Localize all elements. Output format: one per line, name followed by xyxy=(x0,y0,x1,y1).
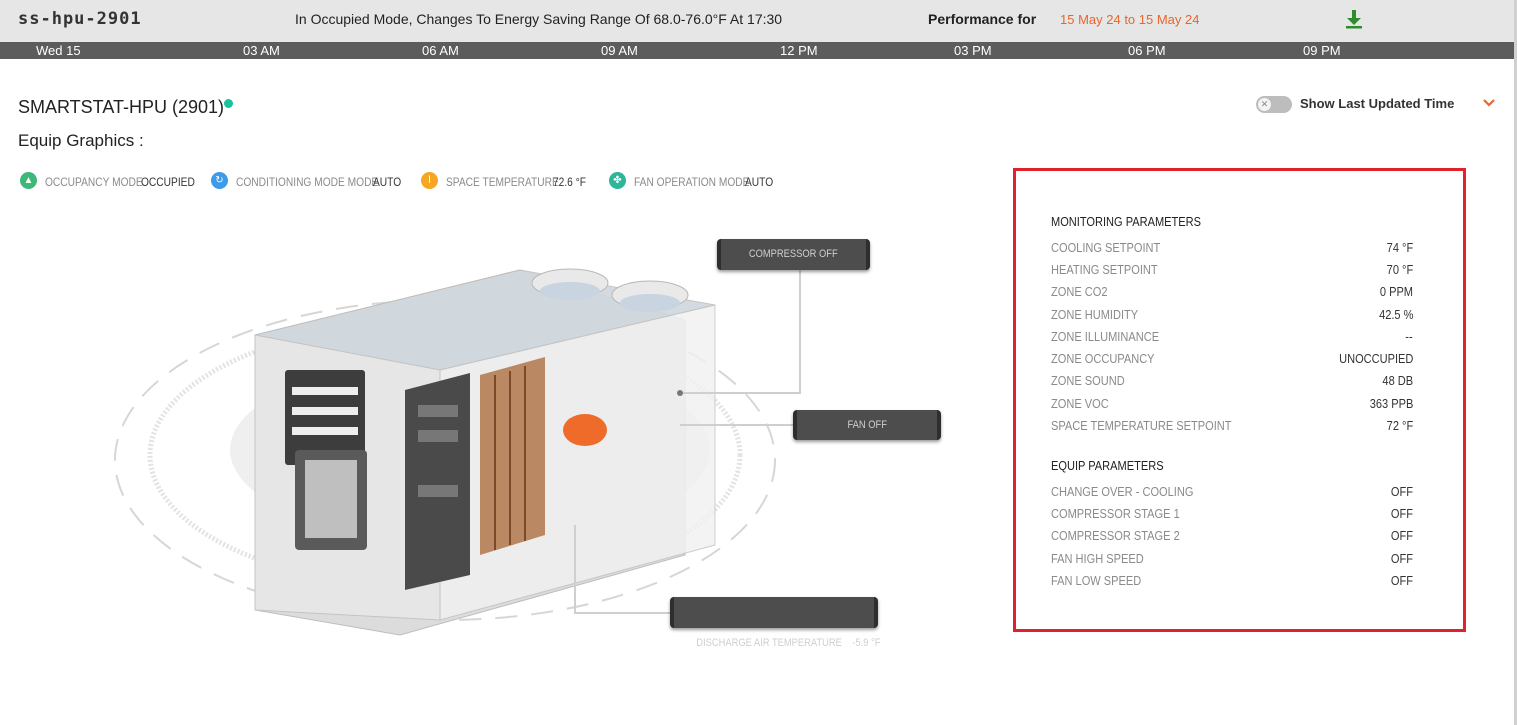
parameters-panel: MONITORING PARAMETERS COOLING SETPOINT 7… xyxy=(1013,168,1466,632)
timeline-tick: 03 PM xyxy=(954,43,992,58)
show-last-updated-label: Show Last Updated Time xyxy=(1300,96,1455,111)
param-value: 70 °F xyxy=(1386,262,1413,277)
status-value: AUTO xyxy=(373,175,402,189)
param-value: UNOCCUPIED xyxy=(1338,351,1413,366)
show-last-updated-toggle[interactable]: ✕ xyxy=(1256,96,1292,113)
param-value: 72 °F xyxy=(1386,418,1413,433)
timeline-bar[interactable]: Wed 15 03 AM 06 AM 09 AM 12 PM 03 PM 06 … xyxy=(0,42,1517,59)
timeline-tick: 09 AM xyxy=(601,43,638,58)
fan-status-text: FAN OFF xyxy=(847,419,887,431)
param-value: OFF xyxy=(1390,528,1413,543)
param-row: ZONE ILLUMINANCE -- xyxy=(1051,329,1413,349)
top-bar: ss-hpu-2901 In Occupied Mode, Changes To… xyxy=(0,0,1517,42)
chevron-down-icon[interactable] xyxy=(1481,96,1497,110)
param-value: 363 PPB xyxy=(1369,396,1413,411)
timeline-tick: 06 AM xyxy=(422,43,459,58)
timeline-tick: 12 PM xyxy=(780,43,818,58)
thermometer-icon: ǀ xyxy=(421,172,438,189)
timeline-tick: 03 AM xyxy=(243,43,280,58)
param-value: 42.5 % xyxy=(1378,307,1413,322)
param-row: CHANGE OVER - COOLING OFF xyxy=(1051,484,1413,504)
param-value: -- xyxy=(1405,329,1413,344)
param-label: ZONE ILLUMINANCE xyxy=(1051,329,1160,344)
download-icon[interactable] xyxy=(1345,9,1363,29)
param-row: COMPRESSOR STAGE 2 OFF xyxy=(1051,528,1413,548)
mode-message: In Occupied Mode, Changes To Energy Savi… xyxy=(295,11,783,27)
equip-title: SMARTSTAT-HPU (2901) xyxy=(18,97,225,117)
param-label: ZONE HUMIDITY xyxy=(1051,307,1139,322)
site-name: ss-hpu-2901 xyxy=(18,9,142,29)
param-value: 48 DB xyxy=(1382,373,1413,388)
param-row: ZONE HUMIDITY 42.5 % xyxy=(1051,307,1413,327)
status-value: OCCUPIED xyxy=(141,175,195,189)
timeline-tick: 09 PM xyxy=(1303,43,1341,58)
param-label: ZONE OCCUPANCY xyxy=(1051,351,1155,366)
conditioning-icon: ↻ xyxy=(211,172,228,189)
param-label: HEATING SETPOINT xyxy=(1051,262,1158,277)
param-label: ZONE CO2 xyxy=(1051,284,1108,299)
status-label: OCCUPANCY MODE xyxy=(45,175,143,189)
param-row: ZONE OCCUPANCY UNOCCUPIED xyxy=(1051,351,1413,371)
rooftop-unit-graphic xyxy=(114,268,801,636)
param-row: FAN LOW SPEED OFF xyxy=(1051,573,1413,593)
status-value: AUTO xyxy=(745,175,774,189)
timeline-tick: Wed 15 xyxy=(36,43,81,58)
status-value: 72.6 °F xyxy=(553,175,587,189)
status-occupancy: ▲ OCCUPANCY MODE OCCUPIED xyxy=(20,172,200,192)
param-row: HEATING SETPOINT 70 °F xyxy=(1051,262,1413,282)
status-conditioning: ↻ CONDITIONING MODE MODE AUTO xyxy=(211,172,411,192)
online-status-dot xyxy=(224,99,233,108)
status-fan-operation: ✤ FAN OPERATION MODE AUTO xyxy=(609,172,789,192)
param-row: COOLING SETPOINT 74 °F xyxy=(1051,240,1413,260)
fan-status-tag: FAN OFF xyxy=(793,410,941,440)
equip-graphics-label: Equip Graphics : xyxy=(18,131,144,150)
equip-parameters-title: EQUIP PARAMETERS xyxy=(1051,458,1164,473)
performance-date-range[interactable]: 15 May 24 to 15 May 24 xyxy=(1060,12,1199,27)
compressor-status-tag: COMPRESSOR OFF xyxy=(717,239,870,270)
compressor-status-text: COMPRESSOR OFF xyxy=(749,248,838,260)
occupancy-icon: ▲ xyxy=(20,172,37,189)
param-row: COMPRESSOR STAGE 1 OFF xyxy=(1051,506,1413,526)
param-label: COMPRESSOR STAGE 2 xyxy=(1051,528,1180,543)
discharge-air-temp-tag: DISCHARGE AIR TEMPERATURE -5.9 °F xyxy=(670,597,881,649)
param-label: COOLING SETPOINT xyxy=(1051,240,1161,255)
param-row: ZONE SOUND 48 DB xyxy=(1051,373,1413,393)
performance-label: Performance for xyxy=(928,11,1037,27)
param-value: 74 °F xyxy=(1386,240,1413,255)
status-label: SPACE TEMPERATURE xyxy=(446,175,559,189)
param-label: FAN LOW SPEED xyxy=(1051,573,1142,588)
param-label: SPACE TEMPERATURE SETPOINT xyxy=(1051,418,1232,433)
param-value: OFF xyxy=(1390,551,1413,566)
param-label: ZONE SOUND xyxy=(1051,373,1125,388)
param-label: CHANGE OVER - COOLING xyxy=(1051,484,1194,499)
fan-icon: ✤ xyxy=(609,172,626,189)
status-space-temperature: ǀ SPACE TEMPERATURE 72.6 °F xyxy=(421,172,601,192)
monitoring-parameters-title: MONITORING PARAMETERS xyxy=(1051,214,1202,229)
param-row: SPACE TEMPERATURE SETPOINT 72 °F xyxy=(1051,418,1413,438)
param-label: COMPRESSOR STAGE 1 xyxy=(1051,506,1180,521)
param-value: 0 PPM xyxy=(1379,284,1413,299)
toggle-off-icon: ✕ xyxy=(1258,98,1271,111)
status-label: FAN OPERATION MODE xyxy=(634,175,750,189)
param-row: ZONE CO2 0 PPM xyxy=(1051,284,1413,304)
param-row: ZONE VOC 363 PPB xyxy=(1051,396,1413,416)
param-value: OFF xyxy=(1390,573,1413,588)
param-value: OFF xyxy=(1390,506,1413,521)
param-label: ZONE VOC xyxy=(1051,396,1109,411)
status-label: CONDITIONING MODE MODE xyxy=(236,175,379,189)
param-row: FAN HIGH SPEED OFF xyxy=(1051,551,1413,571)
param-value: OFF xyxy=(1390,484,1413,499)
param-label: FAN HIGH SPEED xyxy=(1051,551,1144,566)
discharge-air-temp-text: DISCHARGE AIR TEMPERATURE -5.9 °F xyxy=(696,637,881,649)
timeline-tick: 06 PM xyxy=(1128,43,1166,58)
